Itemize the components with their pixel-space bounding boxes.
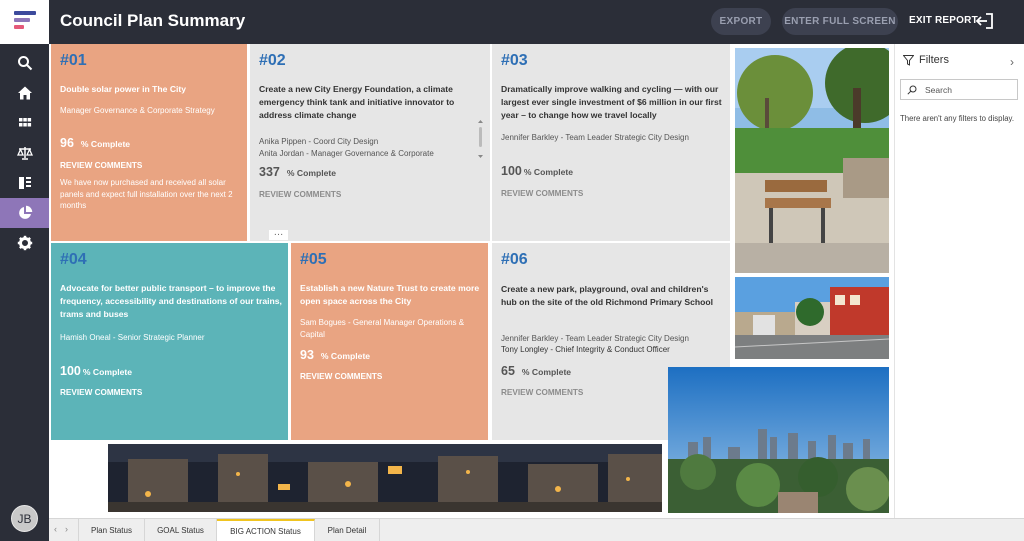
card-number: #05 bbox=[300, 251, 327, 268]
avatar[interactable]: JB bbox=[11, 505, 38, 532]
card-owner: Anita Jordan - Manager Governance & Corp… bbox=[259, 149, 434, 158]
review-comments-link[interactable]: REVIEW COMMENTS bbox=[501, 189, 583, 198]
tab-big-action-status[interactable]: BIG ACTION Status bbox=[217, 519, 315, 541]
logo-bar bbox=[14, 11, 36, 15]
card-headline: Create a new City Energy Foundation, a c… bbox=[259, 84, 455, 120]
report-header: Council Plan Summary EXPORT ENTER FULL S… bbox=[49, 0, 1024, 44]
percent-value: 100 bbox=[60, 364, 81, 378]
card-number: #03 bbox=[501, 52, 528, 69]
review-comments-link[interactable]: REVIEW COMMENTS bbox=[60, 161, 142, 170]
card-owner: Sam Bogues - General Manager Operations … bbox=[300, 318, 465, 339]
percent-label: % Complete bbox=[80, 139, 131, 149]
card-number: #01 bbox=[60, 52, 87, 69]
percent-label: % Complete bbox=[521, 367, 572, 377]
percent-value: 96 bbox=[60, 136, 74, 150]
card-owner: Manager Governance & Corporate Strategy bbox=[60, 106, 215, 115]
percent-complete: 65 % Complete bbox=[501, 364, 571, 378]
night-street-photo bbox=[108, 444, 662, 512]
exit-report-button[interactable]: EXIT REPORT bbox=[909, 15, 978, 26]
percent-value: 65 bbox=[501, 364, 515, 378]
tab-goal-status[interactable]: GOAL Status bbox=[145, 519, 217, 541]
scale-icon bbox=[16, 147, 33, 160]
logo-bar bbox=[14, 25, 24, 29]
percent-value: 337 bbox=[259, 165, 280, 179]
home-icon bbox=[17, 86, 32, 100]
card-headline: Dramatically improve walking and cycling… bbox=[501, 84, 722, 120]
city-skyline-photo bbox=[668, 367, 889, 513]
action-card-05[interactable]: #05 Establish a new Nature Trust to crea… bbox=[291, 243, 488, 440]
filters-search[interactable] bbox=[900, 79, 1018, 100]
no-filters-message: There aren't any filters to display. bbox=[900, 114, 1015, 123]
review-comments-link[interactable]: REVIEW COMMENTS bbox=[60, 388, 142, 397]
nav-home[interactable] bbox=[0, 78, 49, 108]
percent-complete: 337 % Complete bbox=[259, 165, 336, 179]
action-card-04[interactable]: #04 Advocate for better public transport… bbox=[51, 243, 288, 440]
percent-value: 93 bbox=[300, 348, 314, 362]
card-number: #06 bbox=[501, 251, 528, 268]
percent-label: % Complete bbox=[82, 367, 133, 377]
card-owner: Jennifer Barkley - Team Leader Strategic… bbox=[501, 133, 689, 142]
action-card-01[interactable]: #01 Double solar power in The City Manag… bbox=[51, 44, 247, 241]
page-title: Council Plan Summary bbox=[60, 11, 246, 30]
gear-icon bbox=[17, 235, 32, 251]
tab-next-icon[interactable]: › bbox=[65, 524, 68, 534]
export-button[interactable]: EXPORT bbox=[711, 8, 771, 35]
review-comments-link[interactable]: REVIEW COMMENTS bbox=[300, 372, 382, 381]
card-headline: Advocate for better public transport – t… bbox=[60, 283, 282, 319]
action-card-03[interactable]: #03 Dramatically improve walking and cyc… bbox=[492, 44, 730, 241]
tram-street-photo bbox=[735, 277, 889, 359]
filters-pane: Filters › There aren't any filters to di… bbox=[894, 44, 1024, 518]
card-scrollbar[interactable] bbox=[477, 119, 484, 159]
tab-prev-icon[interactable]: ‹ bbox=[54, 524, 57, 534]
report-canvas: #01 Double solar power in The City Manag… bbox=[49, 44, 894, 518]
nav-scale[interactable] bbox=[0, 138, 49, 168]
percent-complete: 93 % Complete bbox=[300, 348, 370, 362]
card-owner: Tony Longley - Chief Integrity & Conduct… bbox=[501, 345, 670, 354]
exit-icon[interactable] bbox=[975, 11, 995, 31]
percent-complete: 96 % Complete bbox=[60, 136, 130, 150]
left-nav: JB bbox=[0, 0, 49, 541]
page-tabs: ‹ › Plan Status GOAL Status BIG ACTION S… bbox=[49, 518, 1024, 541]
filter-icon bbox=[903, 55, 914, 66]
percent-label: % Complete bbox=[286, 168, 337, 178]
nav-reports[interactable] bbox=[0, 198, 49, 228]
tab-plan-detail[interactable]: Plan Detail bbox=[315, 519, 380, 541]
tab-plan-status[interactable]: Plan Status bbox=[78, 519, 145, 541]
card-owner: Anika Pippen - Coord City Design bbox=[259, 137, 379, 146]
percent-label: % Complete bbox=[523, 167, 574, 177]
card-number: #04 bbox=[60, 251, 87, 268]
search-input[interactable] bbox=[925, 82, 1013, 97]
logo-bar bbox=[14, 18, 30, 22]
more-options-icon[interactable]: … bbox=[269, 228, 288, 240]
status-note: We have now purchased and received all s… bbox=[60, 178, 233, 210]
percent-value: 100 bbox=[501, 164, 522, 178]
park-bench-photo bbox=[735, 48, 889, 273]
nav-apps[interactable] bbox=[0, 108, 49, 138]
card-owner: Hamish Oneal - Senior Strategic Planner bbox=[60, 333, 205, 342]
nav-settings[interactable] bbox=[0, 228, 49, 258]
percent-complete: 100 % Complete bbox=[60, 364, 132, 378]
card-number: #02 bbox=[259, 52, 286, 69]
search-icon bbox=[907, 85, 917, 95]
review-comments-link[interactable]: REVIEW COMMENTS bbox=[501, 388, 583, 397]
enter-full-screen-button[interactable]: ENTER FULL SCREEN bbox=[782, 8, 898, 35]
app-logo[interactable] bbox=[0, 0, 49, 44]
action-card-02[interactable]: #02 Create a new City Energy Foundation,… bbox=[250, 44, 490, 241]
nav-search[interactable] bbox=[0, 48, 49, 78]
card-headline: Create a new park, playground, oval and … bbox=[501, 284, 713, 307]
card-headline: Establish a new Nature Trust to create m… bbox=[300, 283, 480, 306]
review-comments-link[interactable]: REVIEW COMMENTS bbox=[259, 190, 341, 199]
nav-list[interactable] bbox=[0, 168, 49, 198]
search-icon bbox=[17, 56, 32, 71]
apps-icon bbox=[18, 118, 31, 127]
pie-chart-icon bbox=[18, 205, 32, 219]
list-icon bbox=[18, 177, 31, 189]
filters-title: Filters bbox=[919, 54, 949, 66]
percent-label: % Complete bbox=[320, 351, 371, 361]
card-headline: Double solar power in The City bbox=[60, 84, 187, 94]
chevron-right-icon[interactable]: › bbox=[1010, 55, 1014, 69]
percent-complete: 100 % Complete bbox=[501, 164, 573, 178]
